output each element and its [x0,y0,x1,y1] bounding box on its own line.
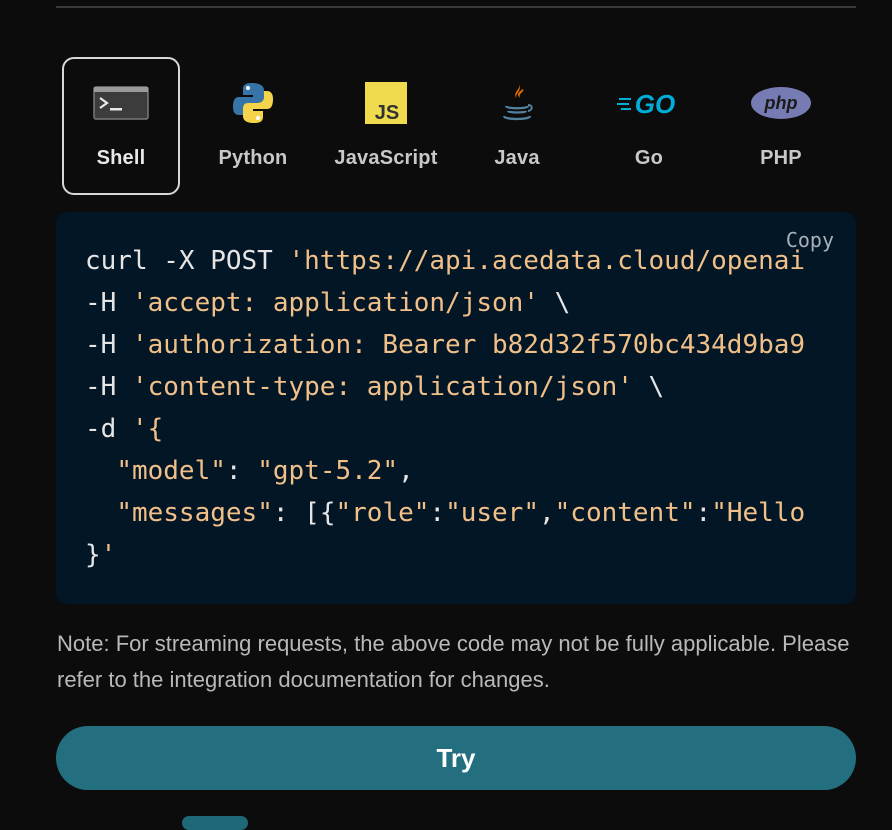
tab-java[interactable]: Java [458,57,576,195]
streaming-note: Note: For streaming requests, the above … [57,631,850,692]
tab-label: Go [634,147,664,169]
tab-shell[interactable]: Shell [62,57,180,195]
php-icon: php [724,81,838,125]
code-line: -H 'authorization: Bearer b82d32f570bc43… [85,330,806,360]
code-line: curl -X POST 'https://api.acedata.cloud/… [85,246,806,276]
tab-label: Java [494,147,540,169]
svg-text:JS: JS [375,102,399,124]
code-line: "messages": [{"role":"user","content":"H… [116,498,806,528]
try-button[interactable]: Try [56,726,856,790]
divider [56,6,856,8]
tab-label: PHP [760,147,802,169]
tab-javascript[interactable]: JS JavaScript [326,57,446,195]
code-line: -H 'accept: application/json' \ [85,288,571,318]
code-block: Copy curl -X POST 'https://api.acedata.c… [56,212,856,604]
tab-php[interactable]: php PHP [722,57,840,195]
java-icon [460,81,574,125]
tab-python[interactable]: Python [194,57,312,195]
code-line: "model": "gpt-5.2", [116,456,414,486]
svg-text:GO: GO [635,89,675,118]
language-tabs: Shell Python JS JavaScript Java GO Go ph… [62,57,852,195]
code-text: curl -X POST 'https://api.acedata.cloud/… [85,240,805,576]
tab-go[interactable]: GO Go [590,57,708,195]
toggle-partial [182,816,248,830]
code-line: -d '{ [85,414,164,444]
tab-label: JavaScript [334,147,438,169]
go-icon: GO [592,81,706,125]
terminal-icon [64,81,178,125]
python-icon [196,81,310,125]
tab-label: Shell [96,147,146,169]
tab-label: Python [218,147,288,169]
code-line: }' [85,540,117,570]
svg-text:php: php [764,93,798,113]
javascript-icon: JS [328,81,444,125]
code-line: -H 'content-type: application/json' \ [85,372,665,402]
